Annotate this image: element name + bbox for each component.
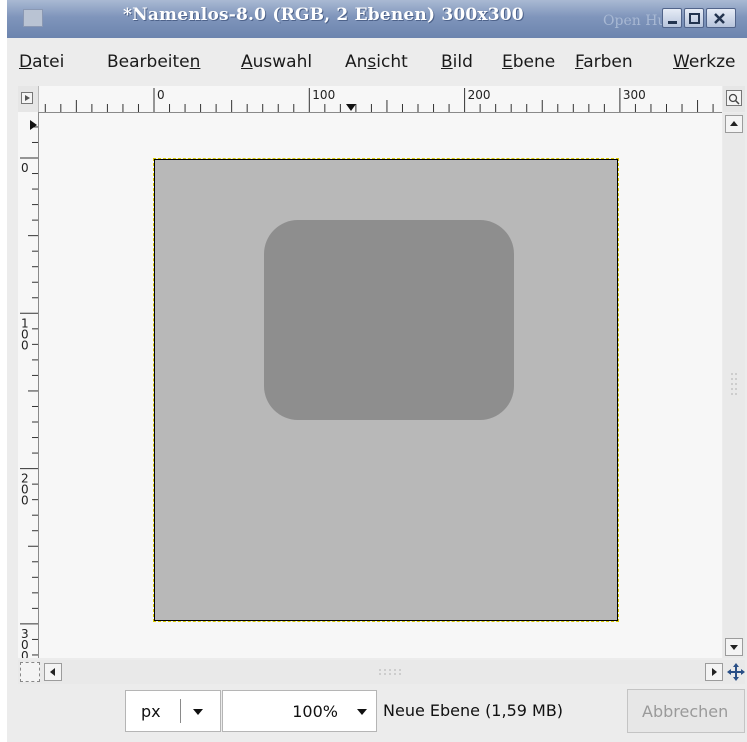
close-button[interactable]	[706, 8, 736, 28]
ruler-label: 0	[157, 88, 165, 102]
canvas-area[interactable]	[39, 113, 722, 658]
horizontal-scrollbar[interactable]	[18, 660, 745, 684]
pointer-marker-icon	[30, 120, 37, 130]
quick-mask-toggle[interactable]	[20, 662, 40, 682]
quick-menu-button[interactable]	[18, 86, 39, 113]
cancel-button[interactable]: Abbrechen	[627, 689, 745, 733]
scroll-down-button[interactable]	[725, 638, 743, 656]
triangle-right-icon	[21, 92, 33, 104]
ruler-label: 300	[21, 627, 29, 658]
menu-ebene[interactable]: Ebene	[502, 52, 555, 72]
navigate-icon[interactable]	[726, 661, 746, 683]
scroll-grip-icon	[731, 373, 737, 395]
menu-bar: Datei Bearbeiten Auswahl Ansicht Bild Ebene Fa…	[7, 42, 747, 80]
close-icon	[714, 13, 725, 24]
ruler-label: 200	[468, 88, 491, 102]
maximize-icon	[689, 13, 700, 24]
magnifier-icon	[728, 93, 740, 105]
menu-auswahl[interactable]: Auswahl	[241, 52, 312, 72]
ruler-label: 0	[21, 161, 29, 175]
menu-datei[interactable]: Datei	[19, 52, 64, 72]
ruler-label: 300	[623, 88, 646, 102]
menu-werkze[interactable]: Werkze	[673, 52, 736, 72]
cancel-label: Abbrechen	[642, 702, 729, 721]
zoom-value: 100%	[292, 702, 338, 721]
ruler-label: 100	[21, 316, 29, 352]
menu-bild[interactable]: Bild	[441, 52, 473, 72]
arrow-down-icon	[730, 645, 738, 650]
status-bar: px 100% Neue Ebene (1,59 MB) Abbrechen	[18, 686, 745, 742]
arrow-up-icon	[730, 121, 738, 126]
status-message: Neue Ebene (1,59 MB)	[383, 701, 564, 720]
pointer-marker-icon	[346, 104, 356, 111]
scroll-right-button[interactable]	[705, 663, 723, 681]
unit-value: px	[141, 702, 161, 721]
minimize-icon	[668, 21, 677, 24]
title-bar[interactable]: *Namenlos-8.0 (RGB, 2 Ebenen) 300x300 Op…	[7, 0, 747, 38]
chevron-down-icon	[357, 709, 367, 715]
menu-ansicht[interactable]: Ansicht	[345, 52, 408, 72]
arrow-left-icon	[50, 668, 55, 676]
window-title: *Namenlos-8.0 (RGB, 2 Ebenen) 300x300	[123, 5, 524, 25]
rounded-rectangle-layer	[264, 220, 514, 420]
image-canvas[interactable]	[153, 158, 619, 622]
app-icon[interactable]	[23, 9, 43, 27]
vertical-ruler[interactable]: 0 100 200 300	[18, 112, 39, 658]
ruler-label: 100	[312, 88, 335, 102]
scroll-grip-icon	[379, 669, 401, 675]
image-window: *Namenlos-8.0 (RGB, 2 Ebenen) 300x300 Op…	[7, 0, 747, 742]
maximize-button[interactable]	[684, 8, 704, 28]
minimize-button[interactable]	[662, 8, 682, 28]
horizontal-ruler[interactable]: 0 100 200 300	[39, 86, 722, 113]
zoom-selector[interactable]: 100%	[222, 690, 377, 732]
menu-farben[interactable]: Farben	[575, 52, 633, 72]
unit-selector[interactable]: px	[125, 690, 221, 732]
scroll-up-button[interactable]	[725, 115, 743, 133]
arrow-right-icon	[712, 668, 717, 676]
menu-bearbeiten[interactable]: Bearbeiten	[107, 52, 200, 72]
vertical-scrollbar[interactable]	[723, 113, 745, 658]
scroll-left-button[interactable]	[44, 663, 62, 681]
chevron-down-icon	[193, 709, 203, 715]
zoom-image-button[interactable]	[723, 86, 745, 112]
ruler-label: 200	[21, 472, 29, 508]
